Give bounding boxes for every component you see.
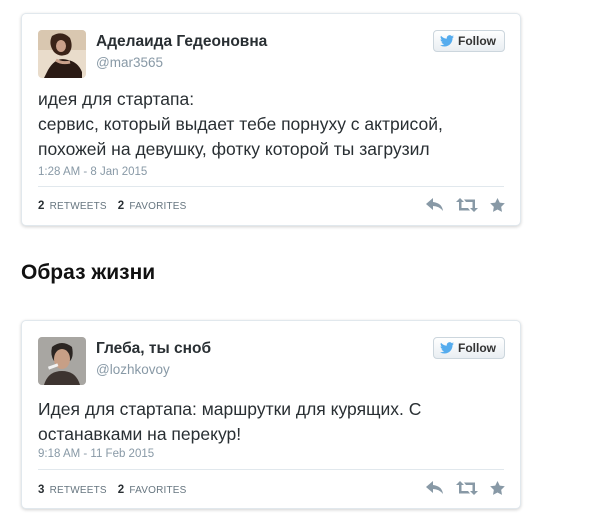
favorites-label: FAVORITES (129, 201, 187, 212)
section-heading: Образ жизни (21, 261, 156, 284)
divider (38, 186, 504, 187)
favorites-count: 2 (117, 484, 125, 496)
retweet-icon[interactable] (456, 198, 478, 212)
reply-icon[interactable] (426, 198, 444, 212)
star-icon[interactable] (490, 198, 505, 212)
retweets-count: 2 (38, 200, 45, 212)
tweet-text-line: похожей на девушку, фотку которой ты заг… (38, 139, 430, 159)
tweet-card: Глеба, ты сноб @lozhkovoy Follow Идея дл… (21, 320, 521, 509)
follow-label: Follow (458, 341, 496, 355)
favorites-stat[interactable]: 2 FAVORITES (117, 200, 187, 212)
tweet-stats: 3 RETWEETS 2 FAVORITES (38, 484, 195, 496)
retweets-label: RETWEETS (49, 201, 107, 212)
reply-icon[interactable] (426, 481, 444, 495)
avatar[interactable] (38, 30, 86, 78)
screen-name[interactable]: @mar3565 (96, 55, 163, 70)
timestamp[interactable]: 1:28 AM - 8 Jan 2015 (38, 166, 147, 178)
tweet-text-line: Идея для стартапа: маршрутки для курящих… (38, 399, 422, 419)
tweet-text: идея для стартапа: сервис, который выдае… (38, 87, 506, 162)
retweets-stat[interactable]: 3 RETWEETS (38, 484, 107, 496)
tweet-stats: 2 RETWEETS 2 FAVORITES (38, 200, 195, 212)
avatar[interactable] (38, 337, 86, 385)
tweet-text: Идея для стартапа: маршрутки для курящих… (38, 397, 506, 447)
tweet-actions (426, 198, 505, 212)
timestamp[interactable]: 9:18 AM - 11 Feb 2015 (38, 448, 154, 460)
follow-label: Follow (458, 34, 496, 48)
tweet-text-line: сервис, который выдает тебе порнуху с ак… (38, 114, 443, 134)
divider (38, 469, 504, 470)
follow-button[interactable]: Follow (433, 30, 505, 52)
follow-button[interactable]: Follow (433, 337, 505, 359)
favorites-stat[interactable]: 2 FAVORITES (117, 484, 187, 496)
favorites-label: FAVORITES (129, 485, 187, 496)
retweets-label: RETWEETS (49, 485, 107, 496)
retweet-icon[interactable] (456, 481, 478, 495)
tweet-card: Аделаида Гедеоновна @mar3565 Follow идея… (21, 13, 521, 226)
tweet-text-line: останавками на перекур! (38, 424, 242, 444)
tweet-text-line: идея для стартапа: (38, 89, 195, 109)
retweets-count: 3 (38, 484, 45, 496)
twitter-bird-icon (440, 342, 454, 354)
twitter-bird-icon (440, 35, 454, 47)
tweet-actions (426, 481, 505, 495)
display-name[interactable]: Глеба, ты сноб (96, 340, 211, 358)
screen-name[interactable]: @lozhkovoy (96, 362, 170, 377)
star-icon[interactable] (490, 481, 505, 495)
favorites-count: 2 (117, 200, 125, 212)
display-name[interactable]: Аделаида Гедеоновна (96, 33, 267, 51)
retweets-stat[interactable]: 2 RETWEETS (38, 200, 107, 212)
